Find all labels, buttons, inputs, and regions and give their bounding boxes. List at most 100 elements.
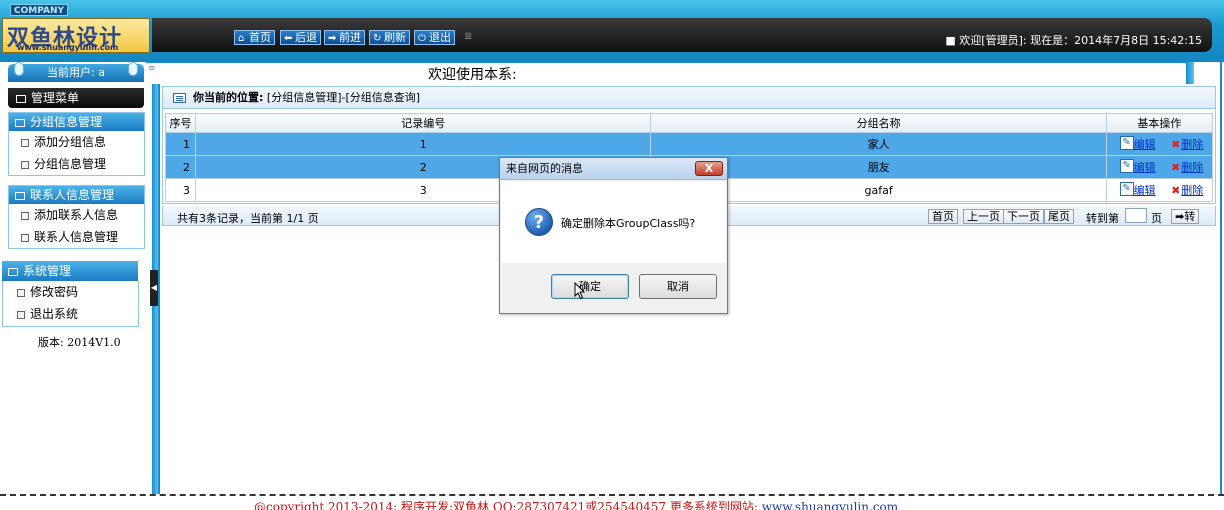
dialog-title: 来自网页的消息 [500,158,727,180]
pin-icon [14,62,24,76]
refresh-icon: ↻ [373,33,382,44]
column-header: 记录编号 [195,113,652,133]
group-header[interactable]: 分组信息管理 [9,113,144,131]
main-top-bar [146,62,1186,84]
arrow-right-icon: ➡ [328,33,337,44]
last-page-button[interactable]: 尾页 [1044,209,1074,224]
goto-suffix: 页 [1151,212,1162,225]
page-icon [21,211,29,220]
breadcrumb-path: [分组信息管理]-[分组信息查询] [266,91,421,104]
sidebar-item-exit-system[interactable]: 退出系统 [3,303,138,325]
cancel-button[interactable]: 取消 [639,274,717,299]
nav-refresh-button[interactable]: ↻ 刷新 [369,30,410,45]
right-stripe [1186,62,1194,84]
company-label: COMPANY [10,4,68,16]
delete-link[interactable]: 删除 [1181,182,1203,198]
dialog-message: 确定删除本GroupClass吗? [561,217,696,230]
group-header[interactable]: 联系人信息管理 [9,186,144,204]
table-header-row: 序号 记录编号 分组名称 基本操作 [164,113,1214,133]
delete-link[interactable]: 删除 [1181,136,1203,152]
arrow-left-icon: ⬅ [284,33,293,44]
confirm-dialog: 来自网页的消息 X ? 确定删除本GroupClass吗? 确定 取消 [499,157,728,314]
delete-icon[interactable]: ✖ [1171,138,1180,151]
edit-icon[interactable]: ✎ [1119,182,1134,196]
welcome-text: ■ 欢迎[管理员]: 现在是：2014年7月8日 15:42:15 [945,34,1202,47]
pin-icon [128,62,138,76]
row-index: 2 [164,155,197,179]
group-menu-groups: 分组信息管理 添加分组信息 分组信息管理 [8,112,145,176]
nav-separator-icon: ≣ [464,31,473,42]
goto-page-input[interactable] [1125,208,1147,223]
list-icon [8,267,18,276]
mouse-cursor-icon [574,282,586,300]
logo: 双鱼林设计 www.shuangyulin.com [2,18,150,53]
goto-label: 转到第 [1086,212,1119,225]
column-header: 序号 [164,113,197,133]
nav-panel: ⌂ 首页 ⬅ 后退 ➡ 前进 ↻ 刷新 ⏻ 退出 ≣ ■ 欢迎[管理员]: 现在是：201… [152,18,1212,52]
edit-link[interactable]: 编辑 [1134,136,1156,152]
nav-forward-button[interactable]: ➡ 前进 [324,30,365,45]
edit-icon[interactable]: ✎ [1119,136,1134,150]
row-actions: ✎ 编辑 ✖删除 [1105,178,1214,202]
list-icon [15,191,25,200]
pager-summary: 共有3条记录，当前第 1/1 页 [177,212,319,225]
nav-back-button[interactable]: ⬅ 后退 [280,30,321,45]
edit-icon[interactable]: ✎ [1119,159,1134,173]
collapse-sidebar-icon[interactable]: ◀ [150,270,158,306]
row-record-id: 1 [195,132,652,156]
page-title: 欢迎使用本系: [428,67,517,83]
footer-link[interactable]: www.shuangyulin.com [762,500,898,510]
nav-home-button[interactable]: ⌂ 首页 [234,30,275,45]
page-icon [21,138,29,147]
menu-title: 管理菜单 [8,88,144,108]
group-menu-contacts: 联系人信息管理 添加联系人信息 联系人信息管理 [8,185,145,249]
footer-copyright: @copyright 2013-2014: 程序开发:双鱼林 QQ:287307… [254,498,898,510]
sidebar-item-add-group[interactable]: 添加分组信息 [9,131,144,153]
sidebar: 当前用户: a 管理菜单 分组信息管理 添加分组信息 分组信息管理 联系人信息管… [0,62,152,496]
system-menu-header[interactable]: 系统管理 [2,261,138,281]
prev-page-button[interactable]: 上一页 [963,209,1004,224]
grid-icon [16,94,26,103]
top-header: COMPANY 双鱼林设计 www.shuangyulin.com ⌂ 首页 ⬅ 后… [0,0,1224,62]
column-header: 分组名称 [650,113,1107,133]
first-page-button[interactable]: 首页 [928,209,958,224]
power-icon: ⏻ [418,33,426,44]
page-icon [17,310,25,319]
page-icon [21,233,29,242]
delete-icon[interactable]: ✖ [1171,184,1180,197]
row-actions: ✎ 编辑 ✖删除 [1105,132,1214,156]
system-menu: 修改密码 退出系统 [2,281,139,327]
row-actions: ✎ 编辑 ✖删除 [1105,155,1214,179]
delete-link[interactable]: 删除 [1181,159,1203,175]
breadcrumb: 你当前的位置: [分组信息管理]-[分组信息查询] [163,87,1215,109]
sidebar-item-change-password[interactable]: 修改密码 [3,281,138,303]
current-datetime: 2014年7月8日 15:42:15 [1074,34,1202,47]
row-group-name: 家人 [650,132,1107,156]
footer: @copyright 2013-2014: 程序开发:双鱼林 QQ:287307… [0,494,1224,510]
delete-icon[interactable]: ✖ [1171,161,1180,174]
goto-button[interactable]: ➡转 [1171,209,1200,224]
next-page-button[interactable]: 下一页 [1003,209,1044,224]
row-index: 1 [164,132,197,156]
question-icon: ? [525,208,553,236]
edit-link[interactable]: 编辑 [1134,159,1156,175]
home-icon: ⌂ [238,33,245,44]
ok-button[interactable]: 确定 [551,274,629,299]
nav-logout-button[interactable]: ⏻ 退出 [414,30,455,45]
dialog-body: ? 确定删除本GroupClass吗? [501,181,726,263]
sidebar-item-manage-contact[interactable]: 联系人信息管理 [9,226,144,248]
version-label: 版本: 2014V1.0 [38,336,121,349]
sidebar-item-add-contact[interactable]: 添加联系人信息 [9,204,144,226]
list-icon [15,118,25,127]
page-icon [17,288,25,297]
column-header: 基本操作 [1105,113,1214,133]
page-icon [21,160,29,169]
logo-url: www.shuangyulin.com [17,43,119,52]
close-icon[interactable]: X [695,161,723,176]
table-row[interactable]: 1 1 家人 ✎ 编辑 ✖删除 [164,132,1214,156]
grip-icon: ≡ [148,64,156,74]
location-icon [173,93,186,103]
current-user-tab: 当前用户: a [8,62,144,82]
edit-link[interactable]: 编辑 [1134,182,1156,198]
sidebar-item-manage-group[interactable]: 分组信息管理 [9,153,144,175]
